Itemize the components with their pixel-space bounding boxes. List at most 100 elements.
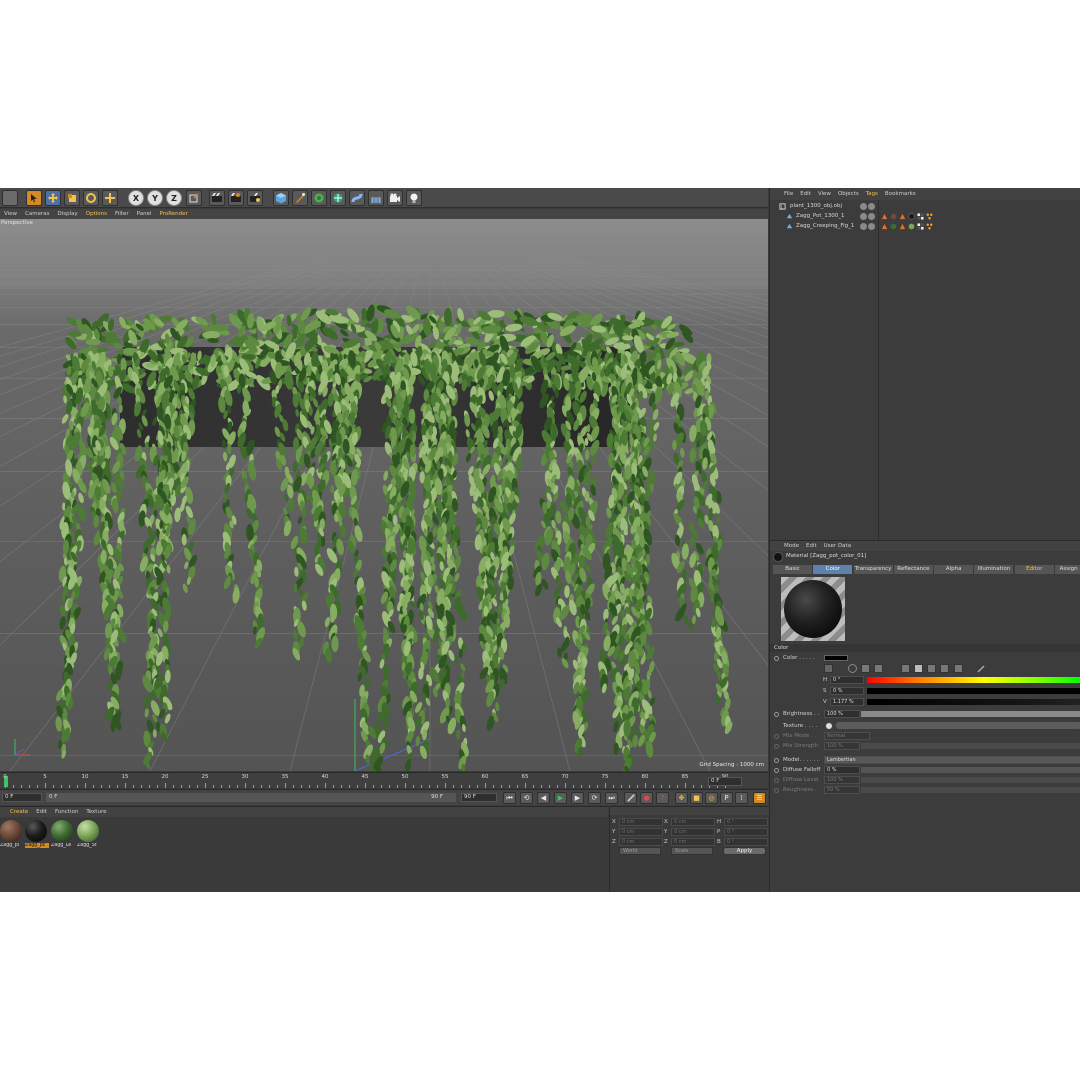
kelvin-mode-icon[interactable]	[927, 664, 936, 673]
saturation-field[interactable]: 0 %	[830, 687, 864, 695]
timeline-menu-icon[interactable]: ☰	[753, 792, 766, 804]
light-icon[interactable]	[406, 190, 422, 206]
object-menu-tags[interactable]: Tags	[866, 191, 878, 197]
viewport-menu-options[interactable]: Options	[86, 211, 107, 217]
tab-assign[interactable]: Assign	[1055, 565, 1080, 574]
preview-range-slider[interactable]: 0 F 90 F	[46, 793, 456, 802]
tab-editor[interactable]: Editor	[1014, 565, 1055, 574]
object-menu-view[interactable]: View	[818, 191, 831, 197]
value-field[interactable]: 1.177 %	[830, 698, 864, 706]
next-frame-icon[interactable]: ▶	[571, 792, 584, 804]
material-tag-icon[interactable]	[890, 213, 897, 220]
selection-tag-icon[interactable]	[926, 213, 933, 220]
y-axis-lock-icon[interactable]: Y	[147, 190, 163, 206]
mix-strength-field[interactable]: 100 %	[824, 742, 860, 750]
material-swatch[interactable]: Zagg_pl	[0, 820, 24, 848]
phong-tag-icon[interactable]	[899, 213, 906, 220]
material-swatch[interactable]: Zagg_St	[77, 820, 101, 848]
rotation-p-field[interactable]: 0 °	[724, 828, 768, 836]
animate-dot-icon[interactable]	[774, 656, 779, 661]
rotation-key-icon[interactable]: ◎	[705, 792, 718, 804]
parameter-key-icon[interactable]: P	[720, 792, 733, 804]
spectrum-icon[interactable]	[861, 664, 870, 673]
visibility-dot-icon[interactable]	[860, 203, 867, 210]
phong-tag-icon[interactable]	[881, 223, 888, 230]
object-menu-bookmarks[interactable]: Bookmarks	[885, 191, 916, 197]
previous-frame-icon[interactable]: ◀	[537, 792, 550, 804]
diffuse-level-slider[interactable]	[861, 777, 1080, 783]
undo-icon[interactable]	[2, 190, 18, 206]
material-menu-texture[interactable]: Texture	[86, 809, 106, 815]
record-keys-icon[interactable]	[624, 792, 637, 804]
diffuse-falloff-field[interactable]: 0 %	[824, 766, 860, 774]
uvw-tag-icon[interactable]	[917, 223, 924, 230]
tab-reflectance[interactable]: Reflectance	[893, 565, 934, 574]
hue-field[interactable]: 0 °	[830, 676, 864, 684]
point-level-key-icon[interactable]: ⁞	[735, 792, 748, 804]
material-swatch-selected[interactable]: Zagg_pc	[25, 820, 49, 848]
coordinate-system-icon[interactable]	[186, 190, 202, 206]
color-wheel-icon[interactable]	[848, 664, 857, 673]
object-menu-objects[interactable]: Objects	[838, 191, 859, 197]
material-menu-function[interactable]: Function	[55, 809, 78, 815]
brightness-slider[interactable]	[861, 711, 1080, 717]
array-generator-icon[interactable]	[330, 190, 346, 206]
material-swatch[interactable]: Zagg_Le	[51, 820, 75, 848]
render-picture-viewer-icon[interactable]	[228, 190, 244, 206]
roughness-field[interactable]: 50 %	[824, 786, 860, 794]
viewport-menu-display[interactable]: Display	[58, 211, 78, 217]
mixing-mode-icon[interactable]	[940, 664, 949, 673]
render-dot-icon[interactable]	[868, 203, 875, 210]
material-preview[interactable]	[781, 577, 845, 641]
previous-key-icon[interactable]: ⟲	[520, 792, 533, 804]
uvw-tag-icon[interactable]	[917, 213, 924, 220]
visibility-dot-icon[interactable]	[860, 223, 867, 230]
eyedropper-icon[interactable]	[824, 664, 833, 673]
object-row[interactable]: Zagg_Pot_1300_1	[770, 212, 1080, 222]
render-view-icon[interactable]	[209, 190, 225, 206]
attribute-menu-mode[interactable]: Mode	[784, 543, 799, 549]
position-x-field[interactable]: 0 cm	[619, 818, 663, 826]
go-to-end-icon[interactable]: ⏭	[605, 792, 618, 804]
viewport-menu-cameras[interactable]: Cameras	[25, 211, 49, 217]
z-axis-lock-icon[interactable]: Z	[166, 190, 182, 206]
position-key-icon[interactable]: ✥	[675, 792, 688, 804]
mix-strength-slider[interactable]	[861, 743, 1080, 749]
size-x-field[interactable]: 0 cm	[671, 818, 715, 826]
select-tool-icon[interactable]	[26, 190, 42, 206]
animate-dot-icon[interactable]	[774, 744, 779, 749]
phong-tag-icon[interactable]	[899, 223, 906, 230]
deformer-icon[interactable]	[349, 190, 365, 206]
brightness-field[interactable]: 100 %	[824, 710, 860, 718]
material-menu-edit[interactable]: Edit	[36, 809, 47, 815]
animate-dot-icon[interactable]	[774, 734, 779, 739]
move-tool-icon[interactable]	[45, 190, 61, 206]
diffuse-falloff-slider[interactable]	[861, 767, 1080, 773]
floor-environment-icon[interactable]	[368, 190, 384, 206]
material-menu-create[interactable]: Create	[10, 809, 28, 815]
size-y-field[interactable]: 0 cm	[671, 828, 715, 836]
viewport-menu-panel[interactable]: Panel	[137, 211, 152, 217]
attribute-menu-user-data[interactable]: User Data	[824, 543, 851, 549]
animate-dot-icon[interactable]	[774, 758, 779, 763]
rotate-tool-icon[interactable]	[83, 190, 99, 206]
saturation-slider[interactable]	[867, 688, 1080, 694]
scale-tool-icon[interactable]	[64, 190, 80, 206]
cube-primitive-icon[interactable]	[273, 190, 289, 206]
timeline-ruler[interactable]: 051015202530354045505560657075808590 0 F	[0, 772, 768, 788]
rotation-b-field[interactable]: 0 °	[724, 838, 768, 846]
object-row[interactable]: L plant_1300_obj.obj	[770, 202, 1080, 212]
keyframe-selection-icon[interactable]: ?	[656, 792, 669, 804]
go-to-start-icon[interactable]: ⏮	[503, 792, 516, 804]
play-icon[interactable]: ▶	[554, 792, 567, 804]
swatches-icon[interactable]	[954, 664, 963, 673]
render-dot-icon[interactable]	[868, 223, 875, 230]
color-section-header[interactable]: Color	[770, 644, 1080, 652]
pick-color-icon[interactable]	[977, 664, 986, 673]
diffuse-level-field[interactable]: 100 %	[824, 776, 860, 784]
object-menu-file[interactable]: File	[784, 191, 793, 197]
roughness-slider[interactable]	[861, 787, 1080, 793]
subdivision-surface-icon[interactable]	[311, 190, 327, 206]
object-row[interactable]: Zagg_Creeping_Fig_1	[770, 222, 1080, 232]
attribute-menu-edit[interactable]: Edit	[806, 543, 817, 549]
